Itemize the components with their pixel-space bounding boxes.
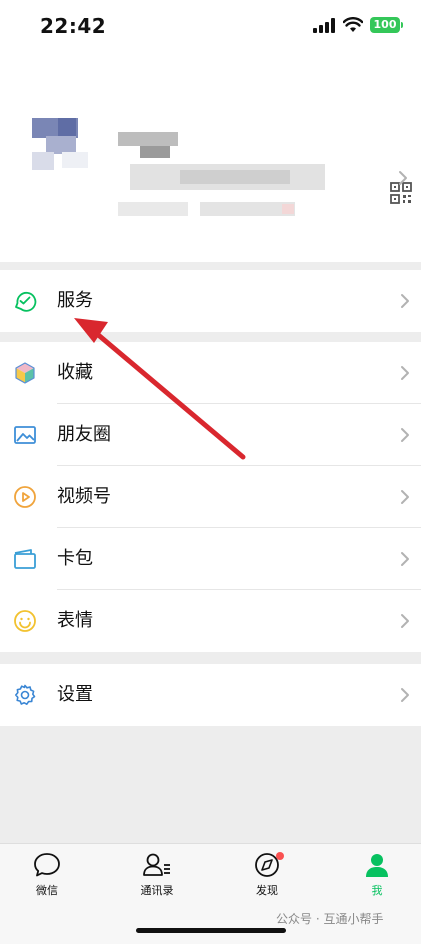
discover-badge-dot — [276, 852, 284, 860]
tab-me[interactable]: 我 — [342, 852, 412, 898]
me-person-icon — [366, 854, 388, 877]
contacts-icon — [143, 853, 170, 876]
tab-label-discover: 发现 — [256, 884, 278, 897]
tab-chats[interactable]: 微信 — [12, 852, 82, 898]
tab-label-contacts: 通讯录 — [140, 884, 174, 897]
watermark: 公众号 · 互通小帮手 — [276, 912, 384, 926]
tab-contacts[interactable]: 通讯录 — [122, 852, 192, 898]
tab-label-me: 我 — [371, 884, 383, 897]
home-indicator — [136, 928, 286, 933]
chat-bubble-icon — [34, 853, 60, 877]
tab-label-chats: 微信 — [36, 884, 58, 897]
annotation-arrow — [74, 318, 246, 460]
tab-discover[interactable]: 发现 — [232, 852, 302, 898]
